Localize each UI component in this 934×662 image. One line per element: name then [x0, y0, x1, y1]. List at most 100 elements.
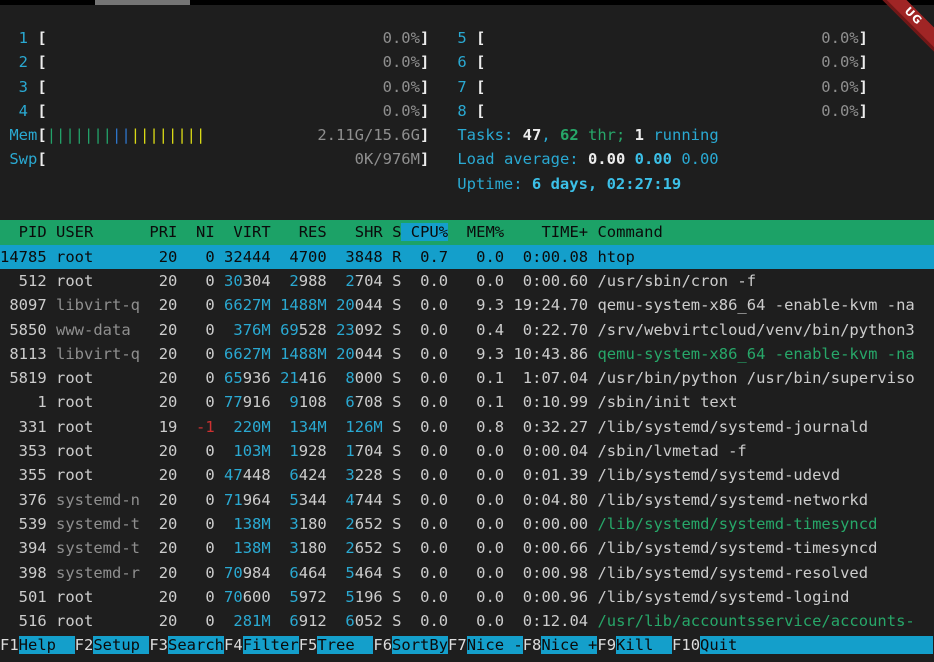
column-header-res[interactable]: RES	[280, 223, 327, 241]
column-header-cpu-sorted[interactable]: CPU%	[401, 223, 448, 241]
running-suffix: running	[644, 126, 719, 144]
text-segment	[327, 515, 336, 533]
mem-col-value: 6	[280, 564, 299, 582]
column-header-shr[interactable]: SHR	[336, 223, 383, 241]
command-cell: /lib/systemd/systemd-timesyncd	[597, 515, 877, 533]
text-segment	[401, 491, 410, 509]
ni-cell: 0	[187, 588, 215, 606]
text-segment	[140, 345, 149, 363]
cpu-cell: 0.0	[411, 588, 448, 606]
mem-bar-buffers: ||	[112, 126, 131, 144]
text-segment	[383, 369, 392, 387]
fkey-nice-[interactable]: F7Nice -	[448, 636, 523, 654]
mem-col-value: 964	[243, 491, 271, 509]
column-header-ni[interactable]: NI	[187, 223, 215, 241]
process-row[interactable]: 331 root 19 -1 220M 134M 126M S 0.0 0.8 …	[0, 415, 934, 439]
fkey-setup[interactable]: F2Setup	[75, 636, 150, 654]
column-header-user[interactable]: USER	[56, 223, 140, 241]
mem-pct-cell: 0.0	[467, 272, 504, 290]
process-row[interactable]: 501 root 20 0 70600 5972 5196 S 0.0 0.0 …	[0, 585, 934, 609]
mem-pct-cell: 0.0	[467, 564, 504, 582]
pri-cell: 19	[149, 418, 177, 436]
mem-col-value: 6	[336, 393, 355, 411]
process-row[interactable]: 355 root 20 0 47448 6424 3228 S 0.0 0.0 …	[0, 463, 934, 487]
cpu-meter-value: 0.0%	[47, 29, 420, 47]
pid-cell: 539	[0, 515, 47, 533]
text-segment	[401, 296, 410, 314]
process-row[interactable]: 8097 libvirt-q 20 0 6627M 1488M 20044 S …	[0, 293, 934, 317]
fkey-filter[interactable]: F4Filter	[224, 636, 299, 654]
pri-cell: 20	[149, 393, 177, 411]
text-segment	[140, 418, 149, 436]
text-segment	[140, 539, 149, 557]
text-segment	[47, 393, 56, 411]
user-cell: root	[56, 466, 140, 484]
fkey-kill[interactable]: F9Kill	[597, 636, 672, 654]
fkey-quit[interactable]: F10Quit	[672, 636, 756, 654]
time-cell: 0:00.60	[513, 272, 588, 290]
process-row[interactable]: 539 systemd-t 20 0 138M 3180 2652 S 0.0 …	[0, 512, 934, 536]
text-segment	[383, 272, 392, 290]
text-segment	[47, 296, 56, 314]
text-segment	[271, 296, 280, 314]
mem-col-value: 304	[243, 272, 271, 290]
meter-bracket: [	[476, 53, 485, 71]
command-cell: /lib/systemd/systemd-udevd	[597, 466, 840, 484]
process-row[interactable]: 516 root 20 0 281M 6912 6052 S 0.0 0.0 0…	[0, 609, 934, 633]
process-row[interactable]: 5819 root 20 0 65936 21416 8000 S 0.0 0.…	[0, 366, 934, 390]
column-header-pid[interactable]: PID	[0, 223, 47, 241]
fkey-tree[interactable]: F5Tree	[299, 636, 374, 654]
process-row[interactable]: 512 root 20 0 30304 2988 2704 S 0.0 0.0 …	[0, 269, 934, 293]
debug-ribbon-wrap: UG	[870, 0, 934, 64]
process-row[interactable]: 353 root 20 0 103M 1928 1704 S 0.0 0.0 0…	[0, 439, 934, 463]
fkey-nice-[interactable]: F8Nice +	[523, 636, 598, 654]
ni-cell: -1	[187, 418, 215, 436]
text-segment	[448, 491, 467, 509]
text-segment	[140, 466, 149, 484]
text-segment	[327, 539, 336, 557]
process-row[interactable]: 398 systemd-r 20 0 70984 6464 5464 S 0.0…	[0, 561, 934, 585]
process-row[interactable]: 1 root 20 0 77916 9108 6708 S 0.0 0.1 0:…	[0, 390, 934, 414]
mem-pct-cell: 0.0	[467, 248, 504, 266]
cpu-cell: 0.0	[411, 466, 448, 484]
load-label: Load average:	[457, 150, 588, 168]
cpu-cell: 0.0	[411, 515, 448, 533]
fkey-key: F9	[597, 636, 616, 654]
text-segment	[140, 442, 149, 460]
text-segment	[215, 539, 224, 557]
cpu-cell: 0.0	[411, 321, 448, 339]
fkey-sortby[interactable]: F6SortBy	[373, 636, 448, 654]
pri-cell: 20	[149, 272, 177, 290]
process-row[interactable]: 5850 www-data 20 0 376M 69528 23092 S 0.…	[0, 318, 934, 342]
text-segment	[215, 321, 224, 339]
column-header-mem[interactable]: MEM%	[467, 223, 504, 241]
text-segment	[215, 491, 224, 509]
text-segment	[271, 564, 280, 582]
process-row[interactable]: 376 systemd-n 20 0 71964 5344 4744 S 0.0…	[0, 488, 934, 512]
column-header-time[interactable]: TIME+	[513, 223, 588, 241]
text-segment	[327, 248, 336, 266]
text-segment	[47, 272, 56, 290]
process-row[interactable]: 8113 libvirt-q 20 0 6627M 1488M 20044 S …	[0, 342, 934, 366]
mem-col-value: 196	[355, 588, 383, 606]
process-row[interactable]: 14785 root 20 0 32444 4700 3848 R 0.7 0.…	[0, 245, 934, 269]
process-row[interactable]: 394 systemd-t 20 0 138M 3180 2652 S 0.0 …	[0, 536, 934, 560]
text-segment	[448, 296, 467, 314]
column-header-pri[interactable]: PRI	[149, 223, 177, 241]
text-segment	[429, 126, 457, 144]
cpu-id: 4	[0, 102, 28, 120]
pri-cell: 20	[149, 612, 177, 630]
ni-cell: 0	[187, 515, 215, 533]
meter-bracket: ]	[859, 78, 868, 96]
text-segment	[401, 588, 410, 606]
column-header-virt[interactable]: VIRT	[224, 223, 271, 241]
fkey-search[interactable]: F3Search	[149, 636, 224, 654]
user-cell: systemd-t	[56, 515, 140, 533]
mem-col-value: 972	[299, 588, 327, 606]
pri-cell: 20	[149, 248, 177, 266]
mem-col-value: 6	[280, 466, 299, 484]
pri-cell: 20	[149, 345, 177, 363]
column-header-command[interactable]: Command	[597, 223, 662, 241]
fkey-help[interactable]: F1Help	[0, 636, 75, 654]
text-segment	[383, 466, 392, 484]
